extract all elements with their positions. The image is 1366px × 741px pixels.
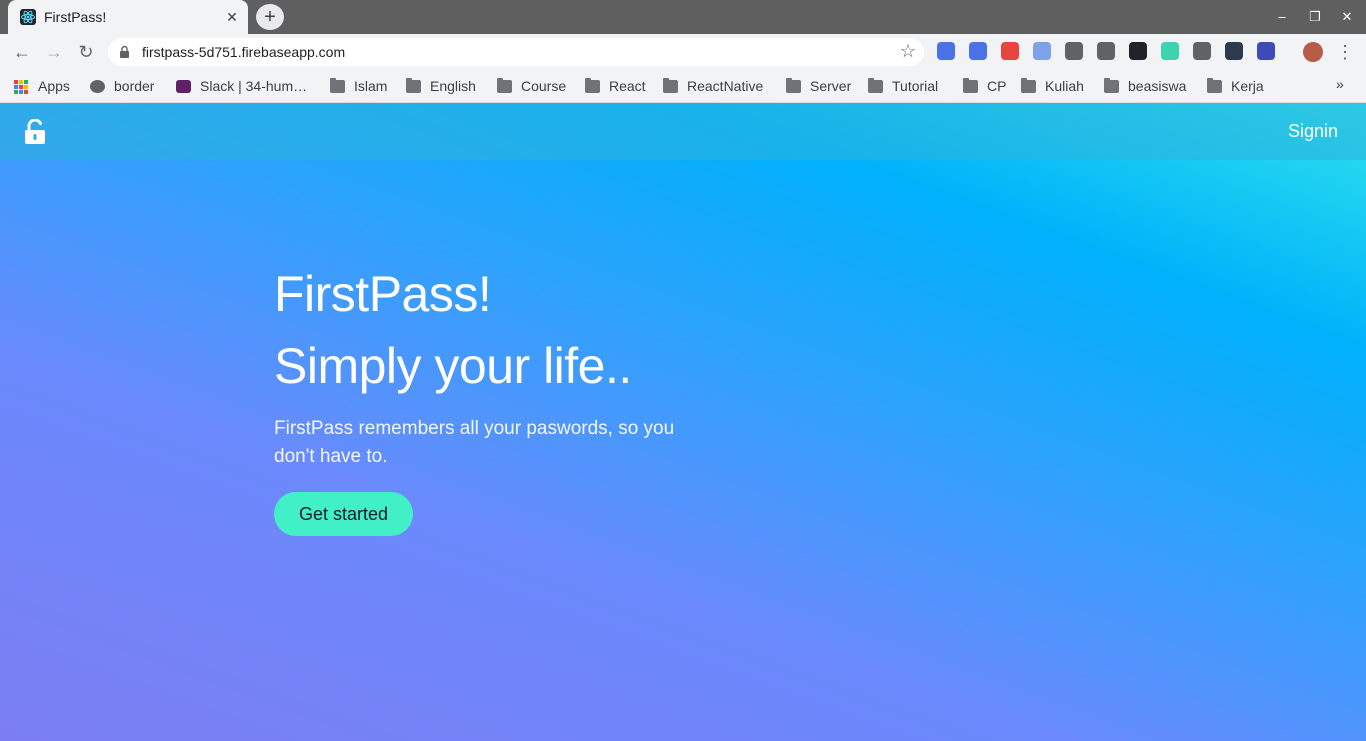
bookmark-item[interactable]: beasiswa xyxy=(1104,76,1186,96)
bookmark-label: Slack | 34-hum… xyxy=(200,78,308,94)
tab-close-icon[interactable]: ✕ xyxy=(223,8,241,26)
site-navbar: Signin xyxy=(0,103,1366,160)
bookmark-label: Kerja xyxy=(1231,78,1264,94)
extension-icon[interactable] xyxy=(1225,42,1243,60)
bookmark-label: CP xyxy=(987,78,1007,94)
maximize-button[interactable]: ❐ xyxy=(1306,8,1324,26)
react-favicon-icon xyxy=(20,9,36,25)
bookmark-item[interactable]: ReactNative xyxy=(663,76,763,96)
bookmark-item[interactable]: Slack | 34-hum… xyxy=(176,76,307,96)
folder-icon xyxy=(786,77,801,93)
reload-button[interactable]: ↻ xyxy=(74,40,98,64)
new-tab-button[interactable]: + xyxy=(256,4,284,30)
bookmark-item[interactable]: Course xyxy=(497,76,566,96)
bookmark-label: Server xyxy=(810,78,852,94)
folder-icon xyxy=(1207,77,1222,93)
extension-icon[interactable] xyxy=(1193,42,1211,60)
extension-icon[interactable] xyxy=(1161,42,1179,60)
extension-icon[interactable] xyxy=(1129,42,1147,60)
bookmark-item[interactable]: border xyxy=(90,76,154,96)
bookmark-item[interactable]: React xyxy=(585,76,646,96)
hero-tagline: Simply your life.. xyxy=(274,338,632,394)
browser-tab[interactable]: FirstPass! ✕ xyxy=(8,0,248,34)
hero-description: FirstPass remembers all your paswords, s… xyxy=(274,418,675,467)
forward-button[interactable]: → xyxy=(42,40,66,64)
tab-strip: FirstPass! ✕ + – ❐ ✕ xyxy=(0,0,1366,34)
bookmark-label: ReactNative xyxy=(687,78,764,94)
extension-icon[interactable] xyxy=(969,42,987,60)
minimize-button[interactable]: – xyxy=(1273,8,1291,26)
bookmark-label: Islam xyxy=(354,78,388,94)
bookmark-item[interactable]: Kuliah xyxy=(1021,76,1084,96)
bookmark-label: Apps xyxy=(38,78,70,94)
bookmark-item[interactable]: English xyxy=(406,76,476,96)
signin-link[interactable]: Signin xyxy=(1288,121,1338,142)
extension-icon[interactable] xyxy=(1001,42,1019,60)
profile-avatar[interactable] xyxy=(1303,42,1323,62)
bookmark-item[interactable]: Server xyxy=(786,76,851,96)
bookmark-star-icon[interactable]: ☆ xyxy=(900,41,916,62)
browser-toolbar: ← → ↻ firstpass-5d751.firebaseapp.com ☆ … xyxy=(0,34,1366,70)
extension-icon[interactable] xyxy=(1033,42,1051,60)
bookmark-item[interactable]: Tutorial xyxy=(868,76,938,96)
back-button[interactable]: ← xyxy=(10,40,34,64)
url-text[interactable]: firstpass-5d751.firebaseapp.com xyxy=(142,44,345,60)
bookmark-label: React xyxy=(609,78,646,94)
address-bar[interactable]: firstpass-5d751.firebaseapp.com ☆ xyxy=(108,38,924,66)
folder-icon xyxy=(868,77,883,93)
folder-icon xyxy=(585,77,600,93)
bookmark-label: Course xyxy=(521,78,567,94)
bookmark-label: beasiswa xyxy=(1128,78,1187,94)
unlock-logo-icon[interactable] xyxy=(24,118,46,145)
close-window-button[interactable]: ✕ xyxy=(1338,8,1356,26)
bookmark-label: Tutorial xyxy=(892,78,939,94)
browser-menu-icon[interactable]: ⋮ xyxy=(1336,40,1354,64)
bookmark-item[interactable]: Islam xyxy=(330,76,387,96)
extension-icon[interactable] xyxy=(1065,42,1083,60)
folder-icon xyxy=(330,77,345,93)
globe-icon xyxy=(90,79,105,93)
bookmark-label: border xyxy=(114,78,155,94)
tab-title: FirstPass! xyxy=(44,9,107,25)
folder-icon xyxy=(1104,77,1119,93)
bookmark-item[interactable]: CP xyxy=(963,76,1006,96)
extension-icon[interactable] xyxy=(1257,42,1275,60)
hero-title: FirstPass! xyxy=(274,266,492,322)
apps-grid-icon xyxy=(14,79,29,94)
folder-icon xyxy=(963,77,978,93)
bookmarks-overflow-icon[interactable]: » xyxy=(1336,76,1344,92)
hero-section: FirstPass! Simply your life.. FirstPass … xyxy=(274,263,734,536)
bookmark-item[interactable]: Apps xyxy=(14,76,70,96)
bookmarks-bar: Apps border Slack | 34-hum… Islam English Cou… xyxy=(0,70,1366,103)
extension-icon[interactable] xyxy=(937,42,955,60)
secure-lock-icon xyxy=(120,45,129,59)
folder-icon xyxy=(497,77,512,93)
get-started-button[interactable]: Get started xyxy=(274,492,414,536)
bookmark-label: English xyxy=(430,78,476,94)
page-content: Signin FirstPass! Simply your life.. Fir… xyxy=(0,103,1366,741)
folder-icon xyxy=(406,77,421,93)
extension-icon[interactable] xyxy=(1097,42,1115,60)
folder-icon xyxy=(663,77,678,93)
slack-icon xyxy=(176,79,191,93)
folder-icon xyxy=(1021,77,1036,93)
bookmark-item[interactable]: Kerja xyxy=(1207,76,1264,96)
bookmark-label: Kuliah xyxy=(1045,78,1084,94)
